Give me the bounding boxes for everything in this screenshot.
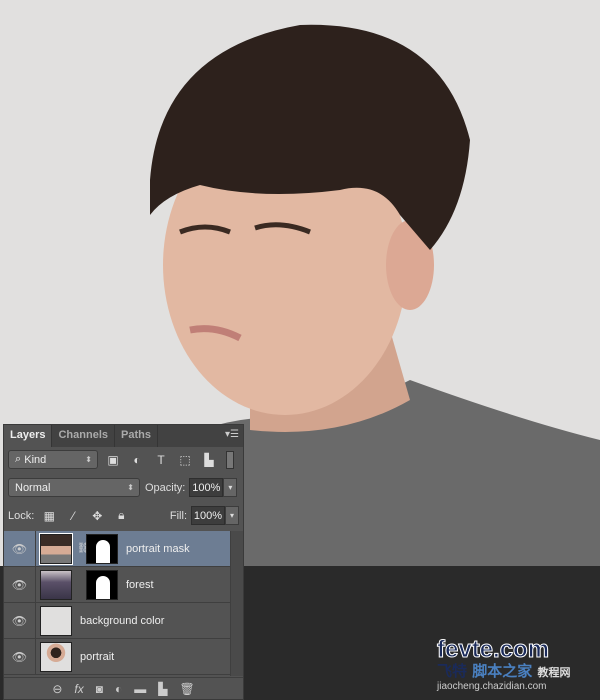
- layer-thumbnail: [40, 641, 72, 672]
- layer-mask-thumbnail[interactable]: [86, 533, 118, 564]
- blend-mode-select[interactable]: Normal ⬍: [8, 478, 140, 497]
- layer-mask-thumbnail[interactable]: [86, 569, 118, 600]
- fx-label: fx: [74, 681, 84, 696]
- visibility-eye-icon[interactable]: 👁︎: [4, 567, 36, 602]
- lock-all-icon[interactable]: 🔒︎: [112, 508, 130, 523]
- opacity-label: Opacity:: [145, 481, 186, 494]
- lock-label: Lock:: [8, 509, 35, 522]
- layer-row-background-color[interactable]: 👁︎ background color: [4, 603, 230, 639]
- lock-position-icon[interactable]: ✥: [88, 509, 106, 523]
- watermark-cn2: 脚本之家: [472, 662, 533, 680]
- watermark-cn3: 教程网: [537, 666, 571, 679]
- layer-row-portrait-mask[interactable]: 👁︎ ⛓ portrait mask: [4, 531, 230, 567]
- mask-icon[interactable]: ◙: [96, 682, 103, 696]
- folder-icon[interactable]: ▬: [134, 682, 146, 696]
- lock-transparency-icon[interactable]: ▦: [40, 509, 58, 523]
- filter-toggle[interactable]: [226, 450, 234, 469]
- layer-name: portrait mask: [126, 542, 190, 555]
- visibility-eye-icon[interactable]: 👁︎: [4, 531, 36, 566]
- layer-list: 👁︎ ⛓ portrait mask 👁︎ forest 👁︎ backgrou…: [4, 531, 230, 675]
- new-layer-icon[interactable]: ▙: [158, 682, 167, 696]
- layer-thumbnail: [40, 605, 72, 636]
- blend-mode-value: Normal: [15, 481, 51, 494]
- search-icon: ⌕: [15, 453, 22, 465]
- lock-pixels-icon[interactable]: ⁄: [64, 509, 82, 523]
- layer-name: background color: [80, 614, 165, 627]
- trash-icon[interactable]: 🗑︎: [179, 682, 194, 696]
- filter-kind-select[interactable]: ⌕ Kind ⬍: [8, 450, 98, 469]
- layer-name: portrait: [80, 650, 115, 663]
- adjustment-filter-icon[interactable]: ◐: [128, 453, 146, 467]
- layer-row-forest[interactable]: 👁︎ forest: [4, 567, 230, 603]
- fx-icon[interactable]: fx: [74, 682, 83, 696]
- layer-thumbnail: [39, 532, 73, 565]
- opacity-dropdown[interactable]: ▾: [223, 478, 238, 497]
- layer-row-portrait[interactable]: 👁︎ portrait: [4, 639, 230, 675]
- smart-object-filter-icon[interactable]: ▙: [200, 453, 218, 467]
- layers-scrollbar[interactable]: [230, 531, 243, 676]
- fill-input[interactable]: 100%: [191, 506, 225, 525]
- fill-dropdown[interactable]: ▾: [225, 506, 239, 525]
- tab-layers[interactable]: Layers: [4, 425, 53, 447]
- watermark-cn1: 飞特: [437, 662, 468, 680]
- visibility-eye-icon[interactable]: 👁︎: [4, 639, 36, 674]
- watermark-url: jiaocheng.chazidian.com: [437, 681, 547, 692]
- tab-paths[interactable]: Paths: [115, 425, 158, 447]
- layer-name: forest: [126, 578, 154, 591]
- tab-channels[interactable]: Channels: [52, 425, 115, 447]
- filter-kind-label: Kind: [24, 453, 47, 466]
- panel-menu-icon[interactable]: ▾☰: [225, 429, 239, 440]
- layers-panel: Layers Channels Paths ▾☰ ⌕ Kind ⬍ ▣ ◐ T ⬚…: [3, 424, 244, 700]
- adjustment-icon[interactable]: ◐: [115, 682, 122, 696]
- image-filter-icon[interactable]: ▣: [104, 453, 122, 467]
- type-filter-icon[interactable]: T: [152, 453, 170, 467]
- fill-label: Fill:: [169, 509, 187, 522]
- shape-filter-icon[interactable]: ⬚: [176, 453, 194, 467]
- layer-thumbnail: [40, 569, 72, 600]
- watermark-logo: fevte.com 飞特 脚本之家 教程网 jiaocheng.chazidia…: [437, 636, 597, 700]
- visibility-eye-icon[interactable]: 👁︎: [4, 603, 36, 638]
- link-icon[interactable]: ⊖: [52, 682, 62, 696]
- opacity-input[interactable]: 100%: [189, 478, 224, 497]
